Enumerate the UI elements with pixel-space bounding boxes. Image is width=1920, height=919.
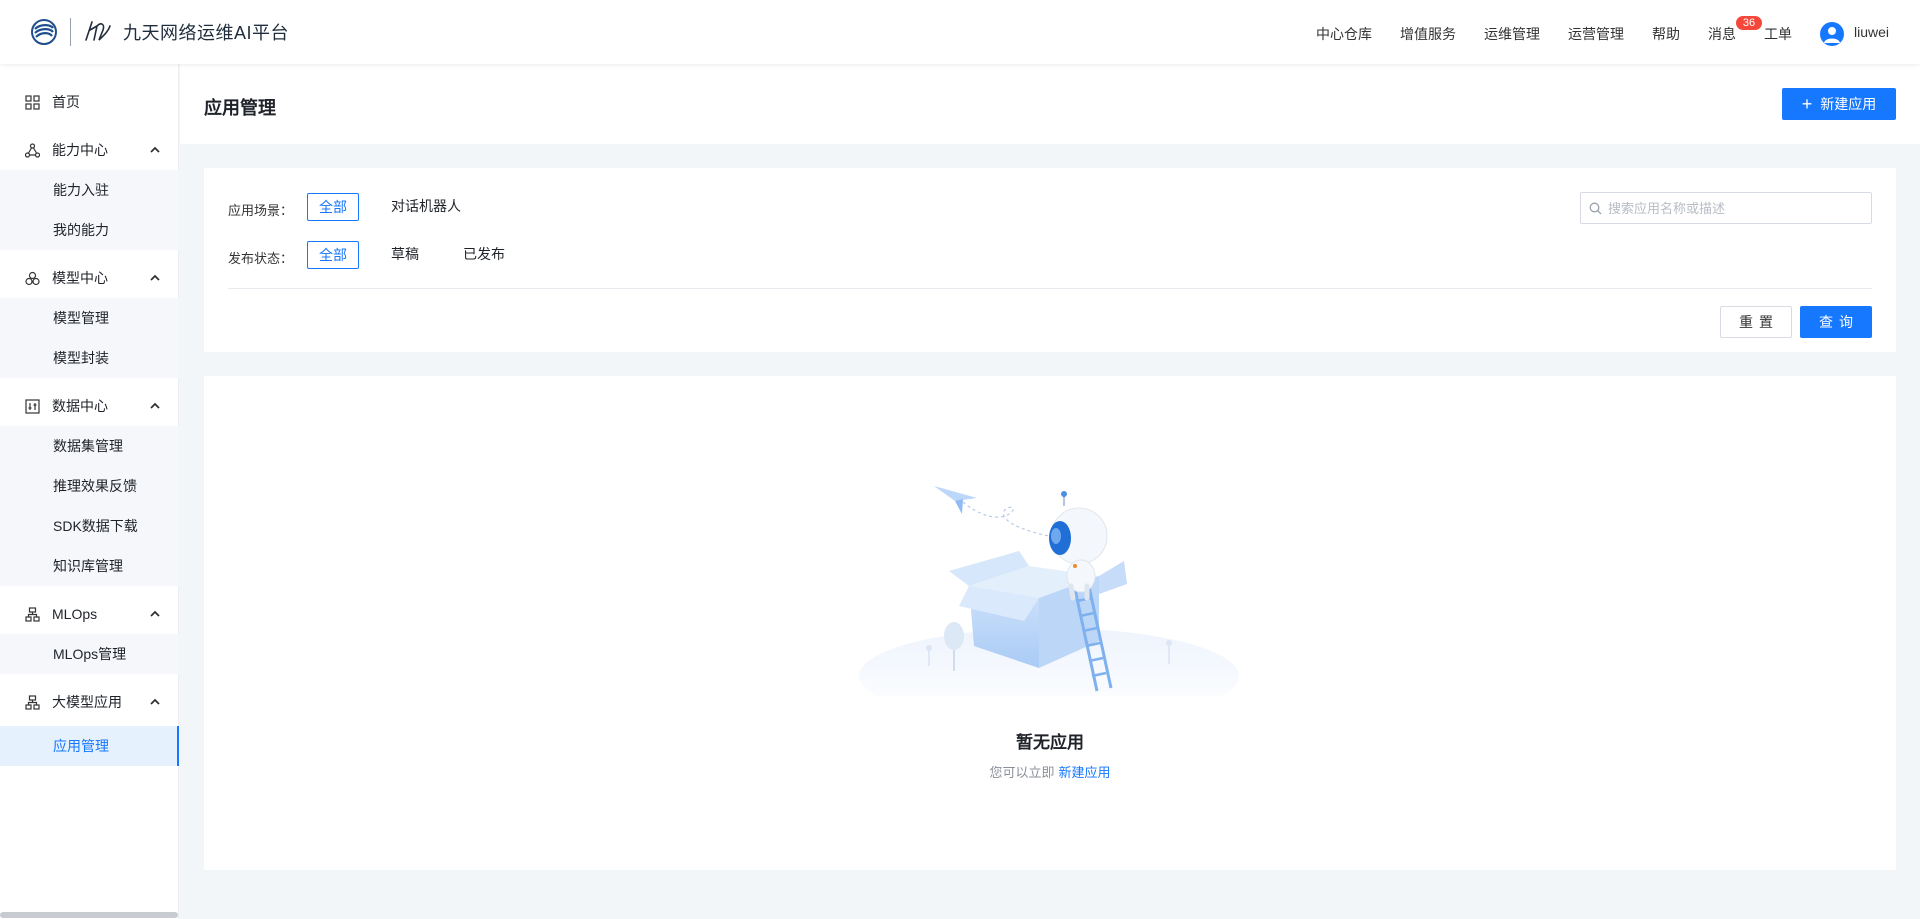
- share-nodes-icon: [25, 143, 40, 158]
- sidebar-group-label: 能力中心: [52, 142, 108, 158]
- top-header: 九天网络运维AI平台 中心仓库 增值服务 运维管理 运营管理 帮助 消息 36 …: [0, 0, 1920, 64]
- sidebar-item-app-management[interactable]: 应用管理: [0, 726, 179, 766]
- empty-state-title: 暂无应用: [1016, 733, 1084, 752]
- nav-value-added[interactable]: 增值服务: [1400, 24, 1456, 44]
- hierarchy-icon: [25, 607, 40, 622]
- filter-divider: [228, 288, 1872, 289]
- chevron-up-icon: [150, 274, 160, 281]
- sidebar-item-mlops-management[interactable]: MLOps管理: [0, 634, 179, 674]
- data-sliders-icon: [25, 399, 40, 414]
- sidebar-item-knowledge-base[interactable]: 知识库管理: [0, 546, 179, 586]
- empty-state-description: 您可以立即 新建应用: [204, 762, 1896, 781]
- reset-button[interactable]: 重置: [1720, 306, 1792, 338]
- scene-option-all[interactable]: 全部: [307, 193, 359, 221]
- query-button[interactable]: 查询: [1800, 306, 1872, 338]
- sidebar-group-label: MLOps: [52, 606, 98, 622]
- scene-option-chatbot[interactable]: 对话机器人: [390, 193, 462, 221]
- status-filter-label: 发布状态：: [228, 251, 294, 266]
- nav-messages[interactable]: 消息: [1708, 24, 1736, 44]
- nav-operation-management[interactable]: 运营管理: [1568, 24, 1624, 44]
- chevron-up-icon: [150, 146, 160, 153]
- user-avatar-icon[interactable]: [1820, 22, 1844, 46]
- sidebar-item-my-capability[interactable]: 我的能力: [0, 210, 179, 250]
- sidebar-group-label: 数据中心: [52, 398, 108, 414]
- sidebar: 首页 能力中心 能力入驻 我的能力 模型中心 模型管理 模型封装 数据中心 数据…: [0, 64, 179, 919]
- jiutian-signature-icon: [85, 21, 111, 41]
- status-option-all[interactable]: 全部: [307, 241, 359, 269]
- sidebar-group-data[interactable]: 数据中心: [0, 386, 179, 426]
- page-header: 应用管理 + 新建应用: [180, 64, 1920, 144]
- sidebar-item-model-management[interactable]: 模型管理: [0, 298, 179, 338]
- nav-center-repo[interactable]: 中心仓库: [1316, 24, 1372, 44]
- sidebar-group-mlops[interactable]: MLOps: [0, 594, 179, 634]
- nav-help[interactable]: 帮助: [1652, 24, 1680, 44]
- grid-icon: [25, 95, 40, 110]
- status-option-published[interactable]: 已发布: [462, 241, 506, 269]
- sidebar-item-home[interactable]: 首页: [0, 82, 179, 122]
- sidebar-item-inference-feedback[interactable]: 推理效果反馈: [0, 466, 179, 506]
- status-option-draft[interactable]: 草稿: [390, 241, 420, 269]
- username[interactable]: liuwei: [1854, 24, 1889, 40]
- sidebar-item-capability-onboard[interactable]: 能力入驻: [0, 170, 179, 210]
- new-app-button[interactable]: + 新建应用: [1782, 88, 1896, 120]
- sidebar-group-llm-apps[interactable]: 大模型应用: [0, 682, 179, 722]
- logo-divider: [70, 18, 71, 46]
- platform-logo[interactable]: 九天网络运维AI平台: [30, 14, 289, 50]
- create-app-link[interactable]: 新建应用: [1059, 765, 1111, 780]
- app-list-panel: 暂无应用 您可以立即 新建应用: [204, 376, 1896, 870]
- sidebar-scrollbar[interactable]: [0, 912, 178, 918]
- circles-icon: [25, 271, 40, 286]
- search-input[interactable]: [1608, 200, 1868, 216]
- sidebar-item-sdk-download[interactable]: SDK数据下载: [0, 506, 179, 546]
- empty-box-robot-illustration: [859, 486, 1239, 696]
- sidebar-item-model-packaging[interactable]: 模型封装: [0, 338, 179, 378]
- sidebar-item-label: 首页: [52, 94, 80, 110]
- chevron-up-icon: [150, 402, 160, 409]
- new-app-button-label: 新建应用: [1820, 96, 1877, 112]
- chevron-up-icon: [150, 610, 160, 617]
- nav-ops-management[interactable]: 运维管理: [1484, 24, 1540, 44]
- sidebar-group-capability[interactable]: 能力中心: [0, 130, 179, 170]
- empty-state-text: 您可以立即: [989, 765, 1055, 780]
- chevron-up-icon: [150, 698, 160, 705]
- search-box: [1580, 192, 1872, 224]
- platform-name: 九天网络运维AI平台: [123, 23, 290, 43]
- page-title: 应用管理: [204, 98, 276, 118]
- message-count-badge: 36: [1736, 16, 1762, 30]
- scene-filter-label: 应用场景：: [228, 203, 294, 218]
- filter-panel: 应用场景： 全部 对话机器人 发布状态： 全部 草稿 已发布 重置 查询: [204, 168, 1896, 352]
- china-mobile-logo-icon: [31, 19, 57, 45]
- search-icon: [1589, 202, 1602, 214]
- sidebar-item-dataset-management[interactable]: 数据集管理: [0, 426, 179, 466]
- sidebar-group-label: 模型中心: [52, 270, 108, 286]
- nav-work-order[interactable]: 工单: [1764, 24, 1792, 44]
- sidebar-group-label: 大模型应用: [52, 694, 122, 710]
- plus-icon: +: [1801, 94, 1813, 114]
- hierarchy-icon: [25, 695, 40, 710]
- sidebar-group-model[interactable]: 模型中心: [0, 258, 179, 298]
